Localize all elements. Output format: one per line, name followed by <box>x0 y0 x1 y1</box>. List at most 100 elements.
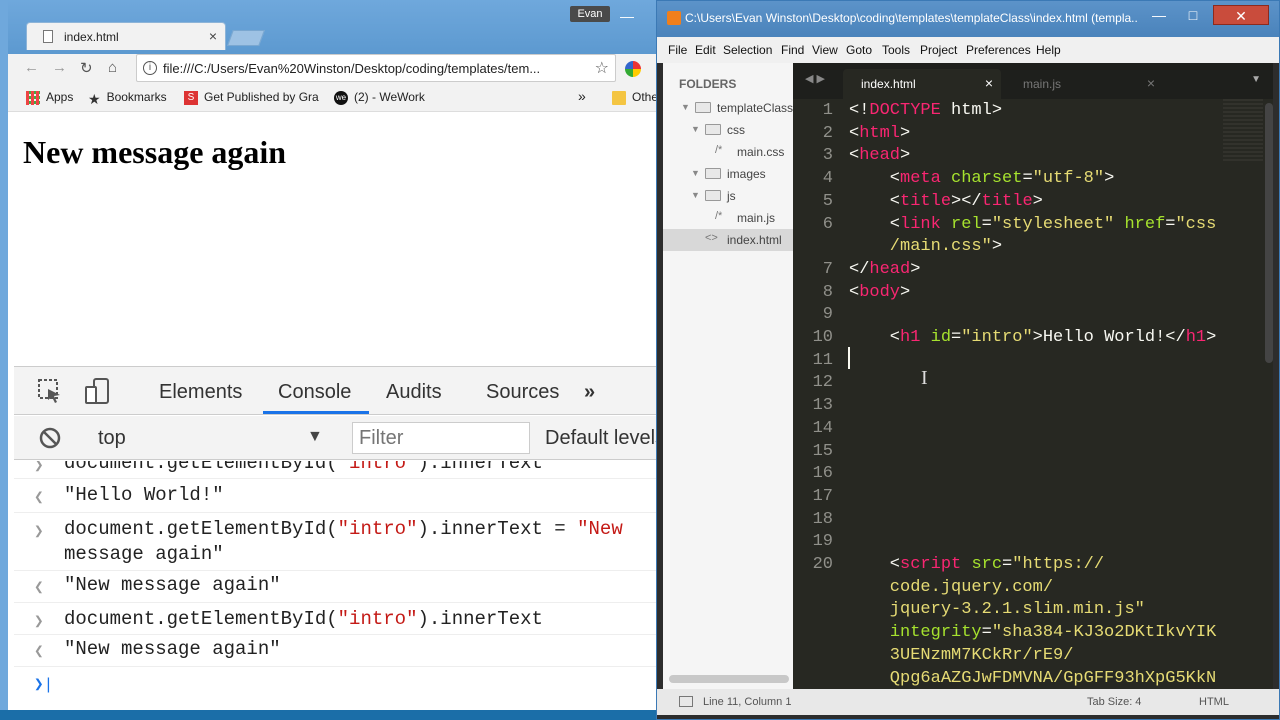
page-viewport: New message again <box>14 112 658 366</box>
menu-file[interactable]: File <box>668 43 687 57</box>
reload-icon[interactable]: ↻ <box>80 59 93 77</box>
folder-icon <box>695 102 711 113</box>
expand-arrow-icon[interactable]: ▼ <box>691 190 700 200</box>
minimap[interactable] <box>1223 99 1263 163</box>
syntax-mode[interactable]: HTML <box>1199 696 1229 708</box>
info-icon[interactable]: i <box>143 61 157 75</box>
address-bar[interactable]: i file:///C:/Users/Evan%20Winston/Deskto… <box>136 54 616 82</box>
tab-menu-icon[interactable]: ▼ <box>1251 74 1261 85</box>
menu-view[interactable]: View <box>812 43 838 57</box>
extension-icon[interactable] <box>625 61 641 77</box>
minimize-button[interactable]: — <box>620 8 634 24</box>
bookmarks-bar: Apps ★ Bookmarks S Get Published by Gra we… <box>8 84 658 112</box>
sidebar: FOLDERS ▼ templateClass ▼ css /* main.cs… <box>663 63 793 689</box>
new-tab-button[interactable] <box>227 30 265 46</box>
line-number: 9 <box>822 305 833 325</box>
minimize-button[interactable]: — <box>1145 5 1173 25</box>
tab-size[interactable]: Tab Size: 4 <box>1087 696 1141 708</box>
vertical-scrollbar[interactable] <box>1265 103 1273 363</box>
code-line: jquery-3.2.1.slim.min.js" <box>849 600 1145 620</box>
input-chevron-icon: ❯ <box>34 461 44 475</box>
menu-help[interactable]: Help <box>1036 43 1061 57</box>
context-select[interactable]: top <box>98 427 126 450</box>
clear-console-icon[interactable] <box>38 426 62 450</box>
line-number: 14 <box>812 418 833 438</box>
menu-project[interactable]: Project <box>920 43 957 57</box>
tab-main-js[interactable]: main.js × <box>1005 69 1163 99</box>
console-input-row: ❯ document.getElementById("intro").inner… <box>14 513 658 571</box>
filter-input[interactable] <box>352 422 530 454</box>
bookmark-bookmarks[interactable]: ★ Bookmarks <box>88 90 167 107</box>
dropdown-arrow-icon[interactable]: ▼ <box>307 428 323 446</box>
bookmark-label: Get Published by Gra <box>204 90 319 104</box>
code-line: <meta charset="utf-8"> <box>849 169 1115 189</box>
chrome-titlebar: index.html × Evan — <box>8 0 658 58</box>
close-tab-icon[interactable]: × <box>1147 75 1155 91</box>
tree-file-index-html[interactable]: <> index.html <box>663 229 793 251</box>
console-input-row: ❯ document.getElementById("intro").inner… <box>14 461 658 479</box>
expand-arrow-icon[interactable]: ▼ <box>691 124 700 134</box>
close-icon[interactable]: × <box>209 28 217 44</box>
bookmarks-overflow-button[interactable]: » <box>578 88 586 104</box>
menu-tools[interactable]: Tools <box>882 43 910 57</box>
console-output-row: ❮ "New message again" <box>14 571 658 603</box>
tab-elements[interactable]: Elements <box>159 381 242 404</box>
tree-file-main-js[interactable]: /* main.js <box>663 207 793 229</box>
expand-arrow-icon[interactable]: ▼ <box>681 102 690 112</box>
log-levels-select[interactable]: Default levels <box>545 427 658 450</box>
wework-icon: we <box>334 90 348 105</box>
input-chevron-icon: ❯ <box>34 613 44 631</box>
panel-toggle-icon[interactable] <box>679 696 693 707</box>
js-file-icon: /* <box>715 210 723 222</box>
bookmark-label: Apps <box>46 90 74 104</box>
tab-audits[interactable]: Audits <box>386 381 442 404</box>
tree-folder-images[interactable]: ▼ images <box>663 163 793 185</box>
bookmark-get-published[interactable]: S Get Published by Gra <box>184 90 319 105</box>
active-tab-indicator <box>263 411 369 414</box>
tree-folder-js[interactable]: ▼ js <box>663 185 793 207</box>
menu-goto[interactable]: Goto <box>846 43 872 57</box>
tree-file-main-css[interactable]: /* main.css <box>663 141 793 163</box>
menu-selection[interactable]: Selection <box>723 43 772 57</box>
code-view[interactable]: 1 <!DOCTYPE html> 2 <html> 3 <head> 4 <meta ch… <box>793 99 1263 689</box>
tab-index-html[interactable]: index.html × <box>843 69 1001 99</box>
close-button[interactable]: ✕ <box>1213 5 1269 25</box>
menu-edit[interactable]: Edit <box>695 43 716 57</box>
line-number: 15 <box>812 441 833 461</box>
tree-folder-templateClass[interactable]: ▼ templateClass <box>663 97 793 119</box>
close-tab-icon[interactable]: × <box>985 75 993 91</box>
device-toggle-icon[interactable] <box>84 377 112 405</box>
tree-folder-css[interactable]: ▼ css <box>663 119 793 141</box>
console-log: ❯ document.getElementById("intro").inner… <box>14 461 658 710</box>
console-toolbar: top ▼ Default levels <box>14 416 658 460</box>
tab-label: main.js <box>1023 77 1062 91</box>
console-prompt[interactable]: ❯| <box>14 667 658 703</box>
more-tabs-button[interactable]: » <box>584 381 595 404</box>
forward-icon[interactable]: → <box>52 59 67 76</box>
mouse-ibeam-icon: I <box>921 367 928 389</box>
line-number: 1 <box>822 101 833 120</box>
folder-icon <box>705 190 721 201</box>
code-line: <title></title> <box>849 191 1043 211</box>
back-icon[interactable]: ← <box>24 59 39 76</box>
user-badge[interactable]: Evan <box>570 6 610 22</box>
line-number: 4 <box>822 169 833 189</box>
other-bookmarks[interactable]: Othe <box>612 90 658 105</box>
line-number: 18 <box>812 509 833 529</box>
inspect-icon[interactable] <box>36 377 64 405</box>
sidebar-scrollbar[interactable] <box>669 675 789 683</box>
star-icon[interactable]: ☆ <box>595 58 609 78</box>
tab-console[interactable]: Console <box>278 381 351 404</box>
expand-arrow-icon[interactable]: ▼ <box>691 168 700 178</box>
maximize-button[interactable]: □ <box>1179 5 1207 25</box>
menu-find[interactable]: Find <box>781 43 804 57</box>
code-line: Qpg6aAZGJwFDMVNA/GpGFF93hXpG5KkN <box>849 668 1217 688</box>
page-icon <box>43 30 53 43</box>
tab-sources[interactable]: Sources <box>486 381 559 404</box>
menu-preferences[interactable]: Preferences <box>966 43 1031 57</box>
bookmark-wework[interactable]: we (2) - WeWork <box>334 90 425 105</box>
bookmark-apps[interactable]: Apps <box>26 90 73 105</box>
tab-nav-arrows-icon[interactable]: ◀ ▶ <box>805 72 825 85</box>
home-icon[interactable]: ⌂ <box>108 59 117 76</box>
browser-tab[interactable]: index.html × <box>26 22 226 50</box>
